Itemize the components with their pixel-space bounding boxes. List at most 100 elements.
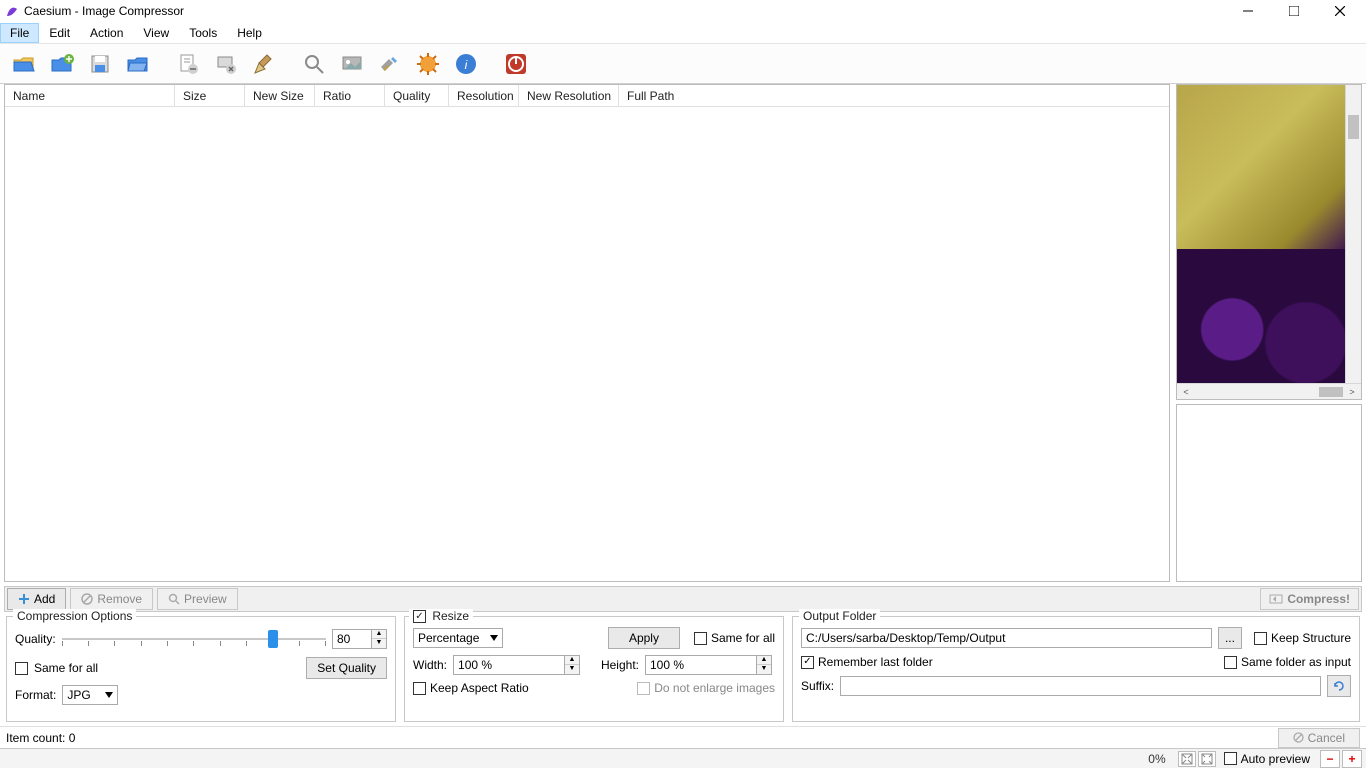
preview-original: < > — [1176, 84, 1362, 400]
resize-group: Resize Percentage Apply Same for all Wid… — [404, 616, 784, 722]
preview-hscroll[interactable]: < > — [1177, 383, 1361, 399]
add-button-label: Add — [34, 592, 55, 606]
refresh-icon — [1332, 679, 1346, 693]
col-size[interactable]: Size — [175, 85, 245, 106]
suffix-input[interactable] — [840, 676, 1321, 696]
add-button[interactable]: Add — [7, 588, 66, 610]
menu-edit[interactable]: Edit — [39, 23, 80, 43]
quality-label: Quality: — [15, 632, 56, 646]
height-spin[interactable]: ▲▼ — [645, 655, 775, 675]
apply-resize-button[interactable]: Apply — [608, 627, 680, 649]
clear-list-icon[interactable] — [210, 48, 242, 80]
quality-slider[interactable] — [62, 627, 326, 651]
browse-output-button[interactable]: ... — [1218, 627, 1242, 649]
reset-suffix-button[interactable] — [1327, 675, 1351, 697]
forbid-icon — [1293, 732, 1304, 743]
same-for-all-resize-checkbox[interactable] — [694, 632, 707, 645]
remember-folder-checkbox[interactable] — [801, 656, 814, 669]
progress-percent: 0% — [1148, 752, 1165, 766]
resize-checkbox[interactable] — [413, 610, 426, 623]
menu-tools[interactable]: Tools — [179, 23, 227, 43]
same-folder-checkbox[interactable] — [1224, 656, 1237, 669]
options-panel: Compression Options Quality: ▲▼ Same for… — [0, 612, 1366, 726]
add-folder-icon[interactable] — [46, 48, 78, 80]
remove-button-label: Remove — [97, 592, 142, 606]
scroll-left-icon[interactable]: < — [1179, 387, 1193, 397]
col-new-resolution[interactable]: New Resolution — [519, 85, 619, 106]
col-full-path[interactable]: Full Path — [619, 85, 1169, 106]
cancel-button[interactable]: Cancel — [1278, 728, 1360, 748]
menu-action[interactable]: Action — [80, 23, 133, 43]
resize-mode-select[interactable]: Percentage — [413, 628, 503, 648]
zoom-icon[interactable] — [298, 48, 330, 80]
preview-image[interactable] — [1177, 85, 1361, 383]
menu-help[interactable]: Help — [227, 23, 272, 43]
col-resolution[interactable]: Resolution — [449, 85, 519, 106]
actual-size-icon[interactable] — [1198, 751, 1216, 767]
quality-spin[interactable]: ▲▼ — [332, 629, 387, 649]
plus-icon — [18, 593, 30, 605]
minimize-button[interactable] — [1234, 1, 1262, 21]
col-name[interactable]: Name — [5, 85, 175, 106]
donate-icon[interactable] — [412, 48, 444, 80]
remove-item-icon[interactable] — [172, 48, 204, 80]
zoom-in-button[interactable]: + — [1342, 750, 1362, 768]
preview-vscroll[interactable] — [1345, 85, 1361, 383]
output-path-input[interactable] — [801, 628, 1212, 648]
no-enlarge-label: Do not enlarge images — [654, 681, 775, 695]
suffix-label: Suffix: — [801, 679, 834, 693]
open-list-icon[interactable] — [122, 48, 154, 80]
file-list-body[interactable] — [5, 107, 1169, 581]
width-spin[interactable]: ▲▼ — [453, 655, 583, 675]
scroll-right-icon[interactable]: > — [1345, 387, 1359, 397]
app-icon — [4, 3, 20, 19]
col-new-size[interactable]: New Size — [245, 85, 315, 106]
preview-button-label: Preview — [184, 592, 227, 606]
file-list: Name Size New Size Ratio Quality Resolut… — [4, 84, 1170, 582]
same-for-all-quality-checkbox[interactable] — [15, 662, 28, 675]
main-area: Name Size New Size Ratio Quality Resolut… — [0, 84, 1366, 582]
preview-compressed[interactable] — [1176, 404, 1362, 582]
preview-icon[interactable] — [336, 48, 368, 80]
same-folder-label: Same folder as input — [1241, 655, 1351, 669]
zoom-out-button[interactable]: − — [1320, 750, 1340, 768]
spin-up-icon[interactable]: ▲ — [372, 630, 386, 639]
clean-icon[interactable] — [248, 48, 280, 80]
title-bar: Caesium - Image Compressor — [0, 0, 1366, 22]
open-file-icon[interactable] — [8, 48, 40, 80]
status-bar: 0% Auto preview − + — [0, 748, 1366, 768]
auto-preview-label: Auto preview — [1241, 752, 1310, 766]
exit-icon[interactable] — [500, 48, 532, 80]
keep-aspect-label: Keep Aspect Ratio — [430, 681, 529, 695]
compress-icon — [1269, 592, 1283, 606]
format-label: Format: — [15, 688, 56, 702]
set-quality-button[interactable]: Set Quality — [306, 657, 387, 679]
preview-button[interactable]: Preview — [157, 588, 238, 610]
fit-window-icon[interactable] — [1178, 751, 1196, 767]
settings-icon[interactable] — [374, 48, 406, 80]
remember-folder-label: Remember last folder — [818, 655, 933, 669]
close-button[interactable] — [1326, 1, 1354, 21]
auto-preview-checkbox[interactable] — [1224, 752, 1237, 765]
save-list-icon[interactable] — [84, 48, 116, 80]
keep-structure-checkbox[interactable] — [1254, 632, 1267, 645]
magnifier-icon — [168, 593, 180, 605]
format-select[interactable]: JPG — [62, 685, 118, 705]
menu-file[interactable]: File — [0, 23, 39, 43]
width-input[interactable] — [453, 655, 565, 675]
compress-button[interactable]: Compress! — [1260, 588, 1359, 610]
spin-down-icon[interactable]: ▼ — [372, 639, 386, 648]
about-icon[interactable]: i — [450, 48, 482, 80]
item-count-bar: Item count: 0 Cancel — [0, 726, 1366, 748]
height-input[interactable] — [645, 655, 757, 675]
keep-aspect-checkbox[interactable] — [413, 682, 426, 695]
maximize-button[interactable] — [1280, 1, 1308, 21]
menu-view[interactable]: View — [133, 23, 179, 43]
remove-button[interactable]: Remove — [70, 588, 153, 610]
resize-legend: Resize — [409, 609, 473, 623]
resize-legend-label: Resize — [432, 609, 469, 623]
col-ratio[interactable]: Ratio — [315, 85, 385, 106]
quality-value-input[interactable] — [332, 629, 372, 649]
col-quality[interactable]: Quality — [385, 85, 449, 106]
window-controls — [1234, 1, 1354, 21]
